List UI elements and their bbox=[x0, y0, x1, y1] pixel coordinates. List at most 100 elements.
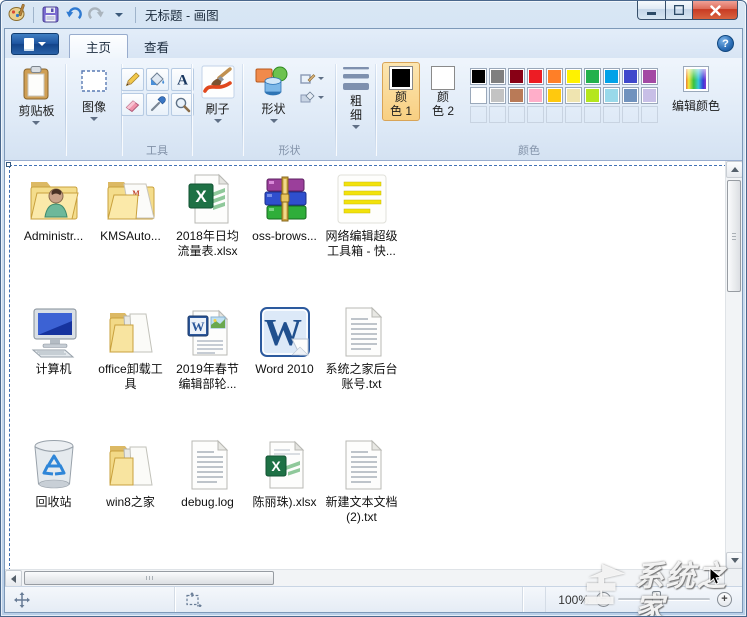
scroll-right-button[interactable] bbox=[708, 570, 725, 586]
desktop-icon-yellow-lines-tool[interactable]: 网络编辑超级 工具箱 - 快... bbox=[323, 170, 400, 303]
shape-outline-button[interactable] bbox=[298, 70, 326, 86]
palette-color-swatch[interactable] bbox=[584, 68, 601, 85]
vertical-scroll-thumb[interactable] bbox=[727, 180, 741, 292]
undo-button[interactable] bbox=[63, 5, 83, 25]
cursor-position-cell bbox=[5, 587, 175, 612]
palette-empty-swatch[interactable] bbox=[489, 106, 506, 123]
zoom-slider[interactable] bbox=[618, 598, 710, 601]
eraser-icon bbox=[124, 96, 141, 113]
minimize-button[interactable] bbox=[637, 1, 666, 20]
text-tool-button[interactable]: A bbox=[171, 68, 194, 91]
desktop-icon-winrar-archive[interactable]: oss-brows... bbox=[246, 170, 323, 303]
color1-button[interactable]: 颜 色 1 bbox=[382, 62, 420, 121]
documents-folder-icon bbox=[102, 303, 160, 361]
desktop-icon-docs-folder[interactable]: win8之家 bbox=[92, 436, 169, 569]
palette-empty-swatch[interactable] bbox=[527, 106, 544, 123]
selection-handle[interactable] bbox=[6, 162, 11, 167]
cursor-position-icon bbox=[14, 592, 30, 608]
window-controls bbox=[637, 1, 738, 20]
save-button[interactable] bbox=[40, 5, 60, 25]
paste-button[interactable]: 剪贴板 bbox=[18, 62, 54, 125]
select-rectangle-icon bbox=[78, 65, 110, 97]
zoom-slider-thumb[interactable] bbox=[652, 591, 661, 608]
scroll-up-button[interactable] bbox=[726, 161, 742, 178]
arrow-up-icon bbox=[731, 167, 739, 172]
palette-color-swatch[interactable] bbox=[489, 87, 506, 104]
palette-color-swatch[interactable] bbox=[603, 87, 620, 104]
desktop-icon-kms-folder[interactable]: M KMSAuto... bbox=[92, 170, 169, 303]
redo-button[interactable] bbox=[86, 5, 106, 25]
desktop-icon-excel-file[interactable]: X 2018年日均 流量表.xlsx bbox=[169, 170, 246, 303]
color2-button[interactable]: 颜 色 2 bbox=[424, 62, 462, 121]
text-icon: A bbox=[174, 71, 191, 88]
maximize-button[interactable] bbox=[666, 1, 693, 20]
desktop-icon-recycle-bin[interactable]: 回收站 bbox=[15, 436, 92, 569]
palette-empty-swatch[interactable] bbox=[584, 106, 601, 123]
palette-color-swatch[interactable] bbox=[584, 87, 601, 104]
help-icon[interactable]: ? bbox=[717, 35, 734, 52]
desktop-icon-computer[interactable]: 计算机 bbox=[15, 303, 92, 436]
zoom-out-button[interactable]: − bbox=[596, 592, 611, 607]
canvas[interactable]: Administr... M KMSAuto... X 2018年日均 流量表.… bbox=[5, 161, 725, 569]
eraser-tool-button[interactable] bbox=[121, 93, 144, 116]
magnifier-tool-button[interactable] bbox=[171, 93, 194, 116]
palette-color-swatch[interactable] bbox=[527, 68, 544, 85]
qat-customize-button[interactable] bbox=[109, 5, 129, 25]
desktop-icon-text-file[interactable]: 新建文本文档 (2).txt bbox=[323, 436, 400, 569]
palette-color-swatch[interactable] bbox=[622, 68, 639, 85]
desktop-icon-word-document[interactable]: W 2019年春节 编辑部轮... bbox=[169, 303, 246, 436]
palette-color-swatch[interactable] bbox=[641, 68, 658, 85]
palette-color-swatch[interactable] bbox=[527, 87, 544, 104]
palette-empty-swatch[interactable] bbox=[470, 106, 487, 123]
word-document-icon: W bbox=[179, 303, 237, 361]
palette-color-swatch[interactable] bbox=[489, 68, 506, 85]
desktop-icon-docs-folder[interactable]: office卸载工 具 bbox=[92, 303, 169, 436]
desktop-icon-text-file[interactable]: debug.log bbox=[169, 436, 246, 569]
scroll-left-button[interactable] bbox=[5, 570, 22, 586]
selection-size-icon bbox=[184, 592, 202, 607]
palette-empty-swatch[interactable] bbox=[622, 106, 639, 123]
tab-view[interactable]: 查看 bbox=[128, 34, 185, 58]
brush-icon bbox=[201, 65, 235, 99]
tab-home[interactable]: 主页 bbox=[69, 34, 128, 58]
desktop-icon-excel-file[interactable]: X 陈丽珠).xlsx bbox=[246, 436, 323, 569]
palette-empty-swatch[interactable] bbox=[603, 106, 620, 123]
fill-tool-button[interactable] bbox=[146, 68, 169, 91]
application-menu-button[interactable] bbox=[11, 33, 59, 55]
palette-color-swatch[interactable] bbox=[470, 87, 487, 104]
excel-file-icon: X bbox=[256, 436, 314, 494]
palette-color-swatch[interactable] bbox=[508, 68, 525, 85]
zoom-in-button[interactable]: + bbox=[717, 592, 732, 607]
palette-color-swatch[interactable] bbox=[565, 68, 582, 85]
palette-color-swatch[interactable] bbox=[603, 68, 620, 85]
palette-empty-swatch[interactable] bbox=[565, 106, 582, 123]
palette-color-swatch[interactable] bbox=[546, 68, 563, 85]
desktop-icon-text-file[interactable]: 系统之家后台 账号.txt bbox=[323, 303, 400, 436]
paint-window: 无标题 - 画图 主页 查看 ? 剪贴板 bbox=[0, 0, 747, 617]
close-button[interactable] bbox=[693, 1, 738, 20]
horizontal-scrollbar[interactable] bbox=[5, 569, 725, 586]
select-button[interactable]: 图像 bbox=[78, 62, 110, 121]
horizontal-scroll-thumb[interactable] bbox=[24, 571, 274, 585]
palette-color-swatch[interactable] bbox=[565, 87, 582, 104]
palette-empty-swatch[interactable] bbox=[546, 106, 563, 123]
palette-empty-swatch[interactable] bbox=[508, 106, 525, 123]
size-button[interactable]: 粗 细 bbox=[342, 62, 370, 129]
desktop-icon-user-folder[interactable]: Administr... bbox=[15, 170, 92, 303]
shape-fill-button[interactable] bbox=[298, 89, 326, 105]
shapes-gallery-button[interactable]: 形状 bbox=[254, 62, 294, 123]
pencil-tool-button[interactable] bbox=[121, 68, 144, 91]
palette-color-swatch[interactable] bbox=[508, 87, 525, 104]
palette-empty-swatch[interactable] bbox=[641, 106, 658, 123]
desktop-icon-word-app[interactable]: W Word 2010 bbox=[246, 303, 323, 436]
brushes-button[interactable]: 刷子 bbox=[201, 62, 235, 123]
palette-color-swatch[interactable] bbox=[641, 87, 658, 104]
color-picker-tool-button[interactable] bbox=[146, 93, 169, 116]
palette-color-swatch[interactable] bbox=[470, 68, 487, 85]
selection-size-cell bbox=[175, 587, 523, 612]
vertical-scrollbar[interactable] bbox=[725, 161, 742, 569]
palette-color-swatch[interactable] bbox=[622, 87, 639, 104]
edit-colors-button[interactable]: 编辑颜色 bbox=[672, 66, 720, 114]
palette-color-swatch[interactable] bbox=[546, 87, 563, 104]
scroll-down-button[interactable] bbox=[726, 552, 742, 569]
